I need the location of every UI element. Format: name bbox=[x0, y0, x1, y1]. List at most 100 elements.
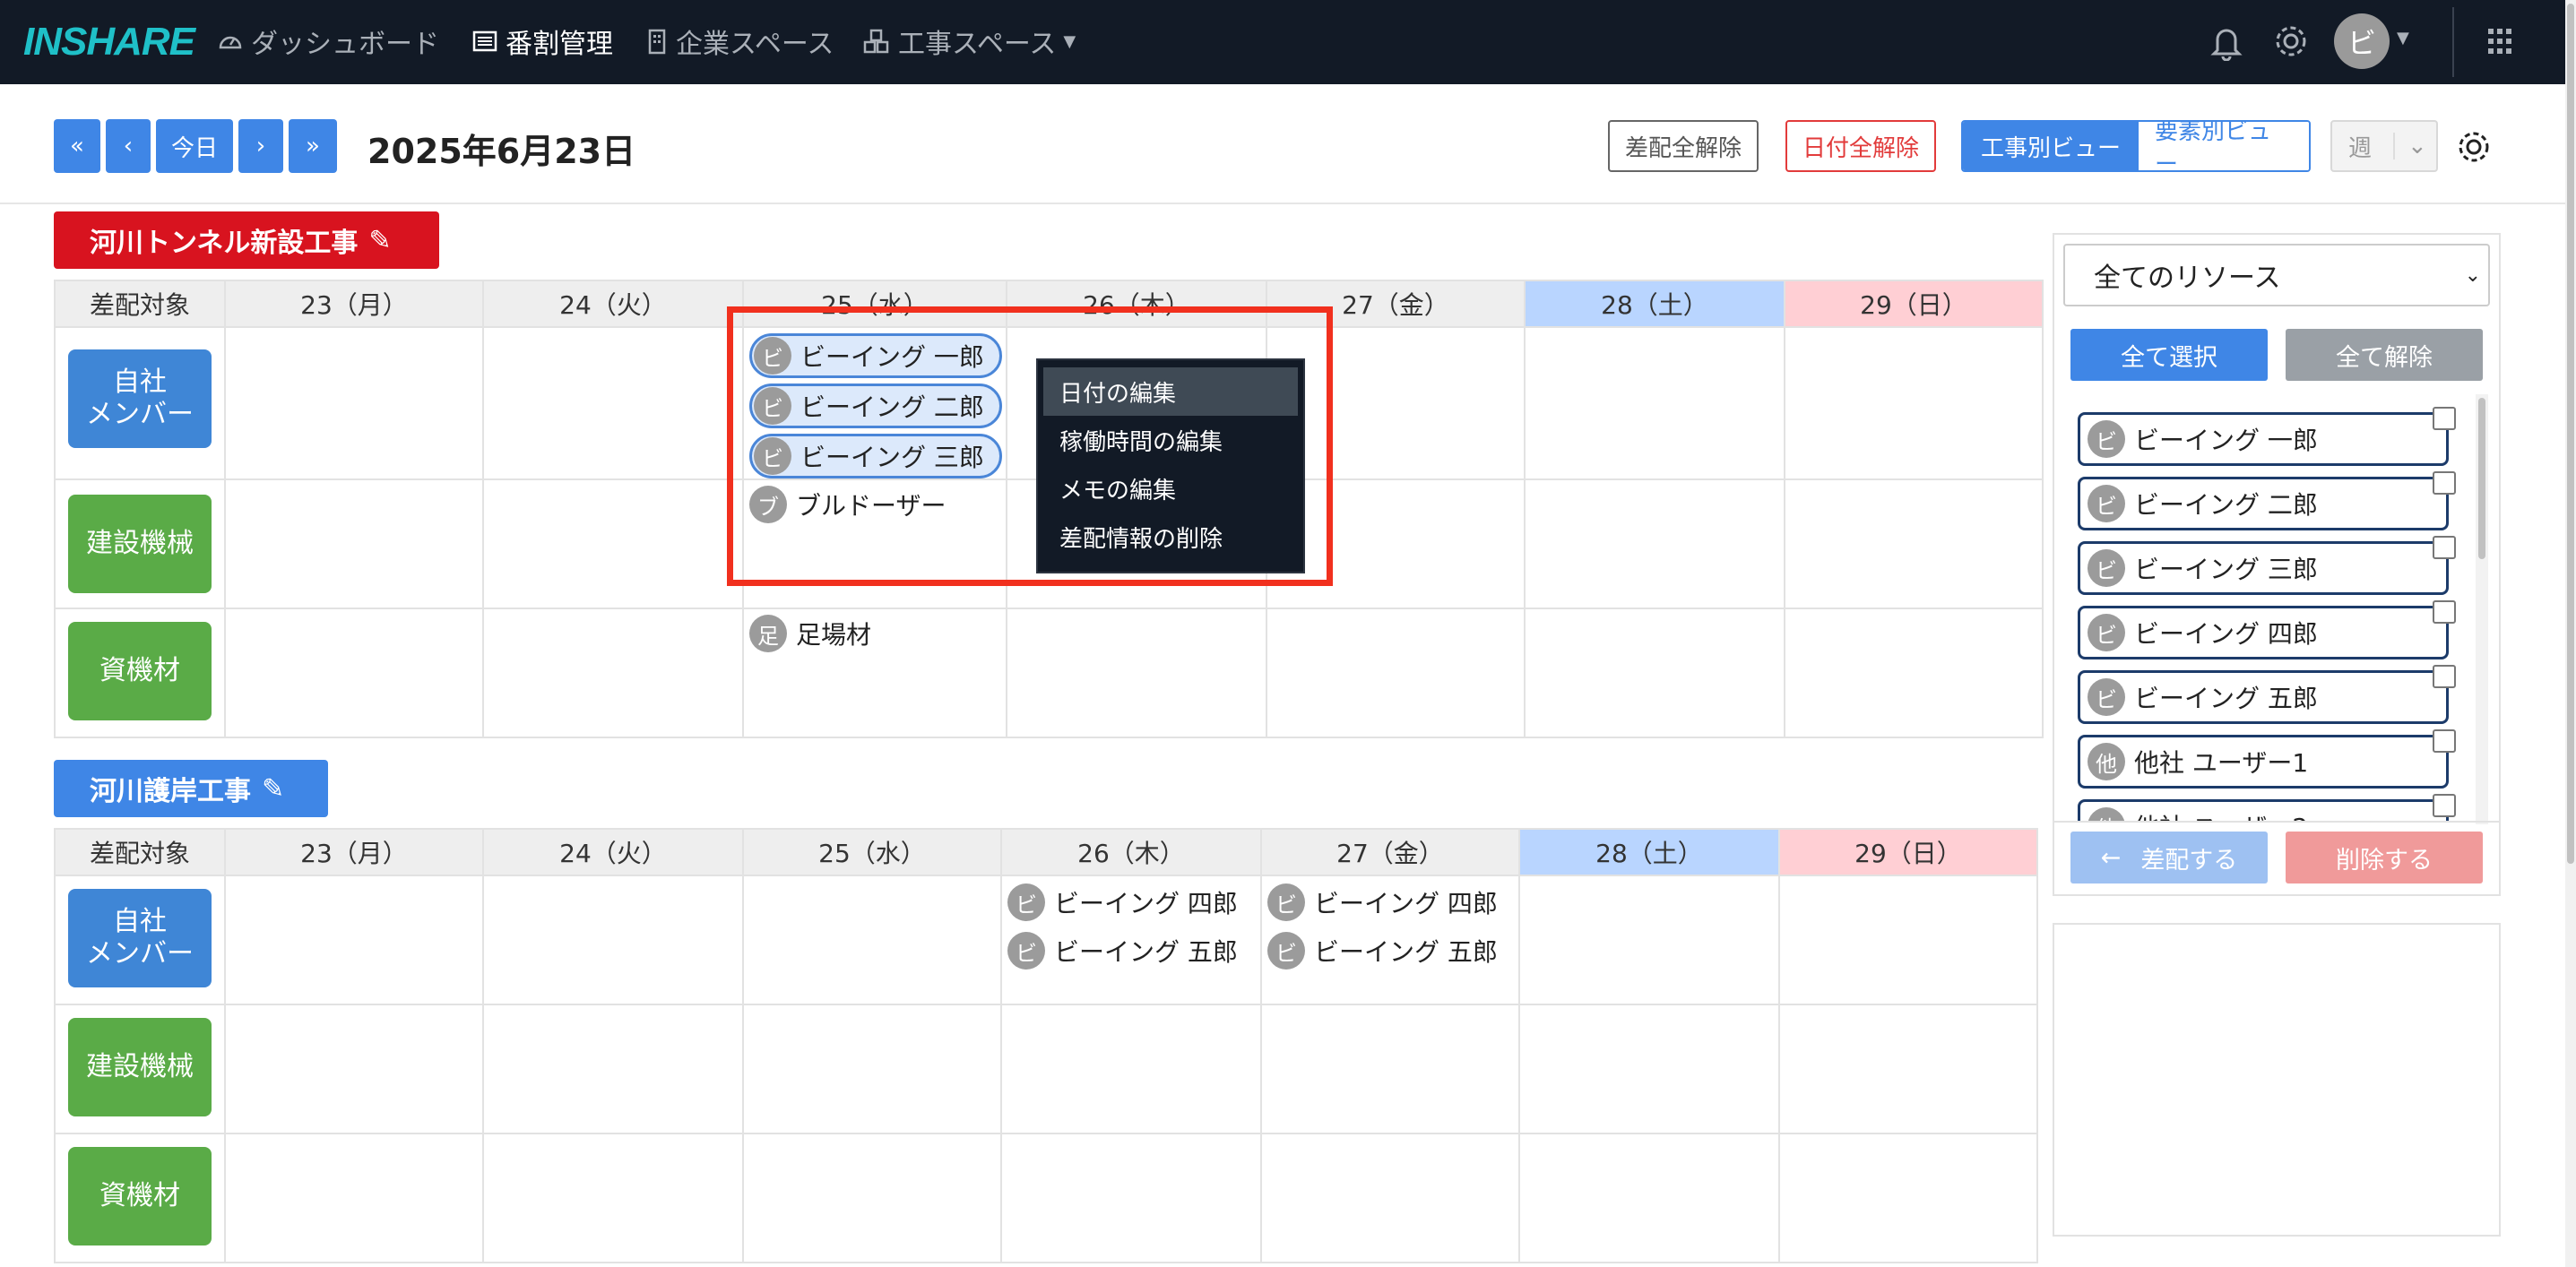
cell[interactable] bbox=[1518, 1004, 1780, 1134]
cell[interactable] bbox=[1524, 326, 1785, 480]
assigned-material-chip[interactable]: 足足場材 bbox=[749, 611, 1002, 656]
cell[interactable]: 足足場材 bbox=[742, 608, 1007, 738]
cell[interactable] bbox=[1524, 478, 1785, 609]
nav-dashboard[interactable]: ダッシュボード bbox=[217, 22, 439, 61]
assigned-member-chip[interactable]: ビビーイング 四郎 bbox=[1267, 880, 1515, 925]
resource-checkbox[interactable] bbox=[2433, 665, 2456, 688]
cell[interactable] bbox=[1266, 608, 1526, 738]
assigned-member-chip[interactable]: ビビーイング 四郎 bbox=[1007, 880, 1257, 925]
cell[interactable] bbox=[482, 1133, 744, 1263]
cell[interactable]: ビビーイング 四郎 ビビーイング 五郎 bbox=[1260, 875, 1520, 1005]
settings-gear-icon[interactable] bbox=[2454, 127, 2494, 167]
resource-checkbox[interactable] bbox=[2433, 794, 2456, 817]
project-view-button[interactable]: 工事別ビュー bbox=[1963, 122, 2139, 170]
cell[interactable] bbox=[482, 875, 744, 1005]
cell[interactable] bbox=[1778, 1133, 2038, 1263]
resource-filter-select[interactable]: 全てのリソース ⌄ bbox=[2063, 244, 2490, 306]
assign-button[interactable]: ← 差配する bbox=[2070, 832, 2268, 883]
cell[interactable]: ビビーイング 四郎 ビビーイング 五郎 bbox=[1000, 875, 1262, 1005]
cell[interactable] bbox=[1000, 1133, 1262, 1263]
cell[interactable] bbox=[224, 326, 484, 480]
nav-project-space[interactable]: 工事スペース ▼ bbox=[862, 22, 1076, 61]
cell[interactable] bbox=[482, 326, 744, 480]
cell[interactable] bbox=[742, 1004, 1002, 1134]
resource-list-scrollbar[interactable] bbox=[2476, 394, 2488, 824]
resource-avatar-icon: ビ bbox=[2088, 485, 2125, 522]
cell[interactable] bbox=[224, 608, 484, 738]
resource-item[interactable]: ビビーイング 五郎 bbox=[2078, 670, 2449, 724]
row-label-materials[interactable]: 資機材 bbox=[68, 622, 212, 720]
today-button[interactable]: 今日 bbox=[156, 119, 233, 173]
apps-grid-icon[interactable] bbox=[2486, 23, 2513, 59]
chevron-down-icon: ⌄ bbox=[2464, 263, 2481, 287]
nav-assignment-label: 番割管理 bbox=[506, 29, 613, 60]
resource-checkbox[interactable] bbox=[2433, 407, 2456, 430]
highlight-box bbox=[727, 306, 1333, 586]
pencil-icon[interactable]: ✎ bbox=[262, 773, 284, 805]
cell[interactable] bbox=[1524, 608, 1785, 738]
cell[interactable] bbox=[224, 1133, 484, 1263]
cell[interactable] bbox=[482, 478, 744, 609]
app-logo[interactable]: INSHARE bbox=[23, 20, 195, 65]
resource-item[interactable]: ビビーイング 一郎 bbox=[2078, 412, 2449, 466]
cell[interactable] bbox=[1006, 608, 1267, 738]
cell[interactable] bbox=[1260, 1133, 1520, 1263]
last-week-button[interactable]: » bbox=[289, 119, 337, 173]
resource-checkbox[interactable] bbox=[2433, 536, 2456, 559]
row-label-machines[interactable]: 建設機械 bbox=[68, 1018, 212, 1116]
select-all-button[interactable]: 全て選択 bbox=[2070, 329, 2268, 381]
row-label-members[interactable]: 自社 メンバー bbox=[68, 349, 212, 448]
resource-item[interactable]: ビビーイング 三郎 bbox=[2078, 541, 2449, 595]
deselect-all-button[interactable]: 全て解除 bbox=[2286, 329, 2483, 381]
first-week-button[interactable]: « bbox=[54, 119, 100, 173]
cell[interactable] bbox=[1778, 875, 2038, 1005]
project-tag-2[interactable]: 河川護岸工事 ✎ bbox=[54, 760, 328, 817]
resource-checkbox[interactable] bbox=[2433, 600, 2456, 624]
prev-week-button[interactable]: ‹ bbox=[106, 119, 151, 173]
cell[interactable] bbox=[1784, 326, 2044, 480]
resource-item[interactable]: ビビーイング 四郎 bbox=[2078, 606, 2449, 659]
cell[interactable] bbox=[1518, 1133, 1780, 1263]
row-label-machines[interactable]: 建設機械 bbox=[68, 495, 212, 593]
cell[interactable] bbox=[482, 608, 744, 738]
cell[interactable] bbox=[742, 1133, 1002, 1263]
row-label-materials[interactable]: 資機材 bbox=[68, 1147, 212, 1245]
bell-icon[interactable] bbox=[2209, 23, 2244, 61]
cell[interactable] bbox=[1518, 875, 1780, 1005]
cell[interactable] bbox=[224, 875, 484, 1005]
period-select[interactable]: 週 ⌄ bbox=[2330, 120, 2438, 172]
avatar-caret-icon[interactable]: ▼ bbox=[2397, 29, 2409, 47]
resource-checkbox[interactable] bbox=[2433, 729, 2456, 753]
page-scrollbar[interactable] bbox=[2565, 0, 2576, 1267]
resource-checkbox[interactable] bbox=[2433, 471, 2456, 495]
resource-item[interactable]: 他他社 ユーザー2 bbox=[2078, 799, 2449, 823]
cell[interactable] bbox=[1784, 608, 2044, 738]
cell[interactable] bbox=[482, 1004, 744, 1134]
row-label-members[interactable]: 自社 メンバー bbox=[68, 889, 212, 987]
nav-company-space[interactable]: 企業スペース bbox=[645, 22, 834, 61]
delete-button[interactable]: 削除する bbox=[2286, 832, 2483, 883]
col-header-28: 28（土） bbox=[1518, 828, 1780, 876]
gear-icon[interactable] bbox=[2271, 22, 2311, 61]
cell[interactable] bbox=[224, 478, 484, 609]
element-view-button[interactable]: 要素別ビュー bbox=[2139, 122, 2309, 170]
nav-assignment[interactable]: 番割管理 bbox=[471, 22, 613, 61]
project-tag-1[interactable]: 河川トンネル新設工事 ✎ bbox=[54, 211, 439, 269]
resource-item[interactable]: 他他社 ユーザー1 bbox=[2078, 735, 2449, 789]
resource-item[interactable]: ビビーイング 二郎 bbox=[2078, 477, 2449, 530]
cell[interactable] bbox=[224, 1004, 484, 1134]
resource-list[interactable]: ビビーイング 一郎 ビビーイング 二郎 ビビーイング 三郎 ビビーイング 四郎 … bbox=[2058, 394, 2479, 823]
next-week-button[interactable]: › bbox=[238, 119, 283, 173]
clear-all-assignments-button[interactable]: 差配全解除 bbox=[1608, 120, 1759, 172]
col-header-28: 28（土） bbox=[1524, 280, 1785, 328]
user-avatar[interactable]: ビ bbox=[2334, 13, 2390, 69]
clear-date-button[interactable]: 日付全解除 bbox=[1785, 120, 1936, 172]
cell[interactable] bbox=[742, 875, 1002, 1005]
assigned-member-chip[interactable]: ビビーイング 五郎 bbox=[1267, 928, 1515, 973]
pencil-icon[interactable]: ✎ bbox=[368, 225, 391, 256]
cell[interactable] bbox=[1260, 1004, 1520, 1134]
cell[interactable] bbox=[1000, 1004, 1262, 1134]
assigned-member-chip[interactable]: ビビーイング 五郎 bbox=[1007, 928, 1257, 973]
cell[interactable] bbox=[1778, 1004, 2038, 1134]
cell[interactable] bbox=[1784, 478, 2044, 609]
